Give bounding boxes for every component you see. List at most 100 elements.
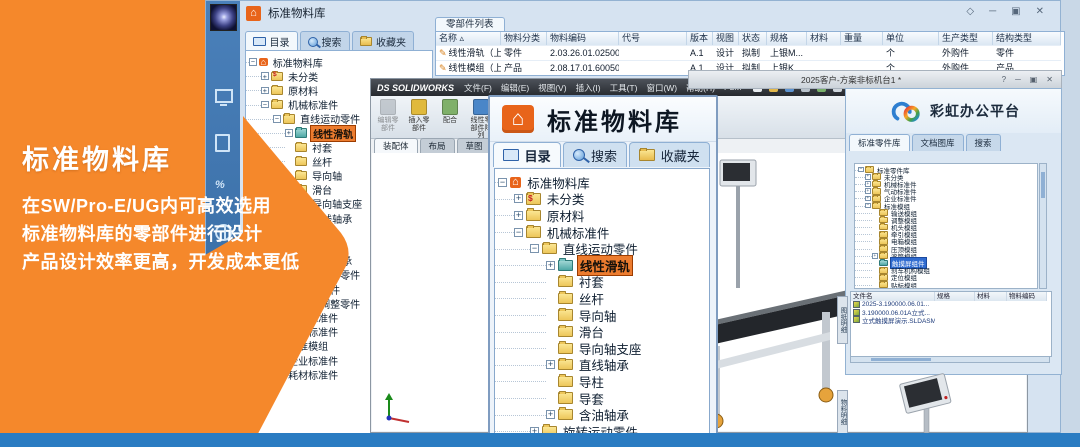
side-tab-material-detail[interactable]: 物料明细 — [837, 390, 848, 434]
library-tab[interactable]: 收藏夹 — [629, 142, 710, 167]
help-button[interactable]: ? — [1002, 74, 1006, 86]
tree-item[interactable]: 导向轴 — [495, 307, 709, 324]
tree-item[interactable]: 衬套 — [495, 274, 709, 291]
collapse-icon[interactable]: − — [865, 203, 871, 209]
tree-item[interactable]: 导套 — [495, 390, 709, 407]
horizontal-scrollbar[interactable] — [850, 356, 1050, 363]
column-header[interactable]: 生产类型 — [939, 32, 993, 45]
library-tab[interactable]: 搜索 — [300, 31, 350, 51]
toolbar-button[interactable]: 编辑零部件 — [375, 99, 401, 132]
tree-item[interactable]: 滑台 — [495, 323, 709, 340]
table-row[interactable]: 2025-3.190000.06.01... — [851, 301, 1051, 309]
minimize-button[interactable]: ─ — [1015, 74, 1021, 86]
tree-item[interactable]: 触摸屏组件 — [855, 259, 1037, 266]
library-tab[interactable]: 目录 — [493, 142, 561, 167]
collapse-icon[interactable]: − — [858, 167, 864, 173]
menu-item[interactable]: 插入(I) — [576, 82, 601, 94]
vertical-scrollbar[interactable] — [1039, 163, 1047, 289]
platform-tab[interactable]: 文档图库 — [912, 134, 964, 151]
tree-item[interactable]: 丝杆 — [495, 290, 709, 307]
tree-item[interactable]: 机头模组 — [855, 224, 1037, 231]
tree-item[interactable]: −机械标准件 — [495, 224, 709, 241]
expand-icon[interactable]: + — [865, 196, 871, 202]
tree-item[interactable]: −⌂标准物料库 — [246, 55, 432, 69]
expand-icon[interactable]: + — [865, 174, 871, 180]
expand-icon[interactable]: + — [273, 285, 281, 293]
expand-icon[interactable]: + — [546, 261, 555, 270]
column-header[interactable]: 规格 — [935, 292, 975, 301]
tree-item[interactable]: 分拣模组 — [855, 288, 1037, 289]
table-row[interactable]: 3.190000.06.01A立式... — [851, 309, 1051, 317]
column-header[interactable]: 重量 — [841, 32, 883, 45]
close-button[interactable]: ✕ — [1046, 74, 1053, 86]
column-header[interactable]: 单位 — [883, 32, 939, 45]
collapse-icon[interactable]: − — [498, 178, 507, 187]
pin-button[interactable]: ◇ — [966, 6, 974, 18]
table-row[interactable]: 立式触摸屏演示.SLDASM — [851, 316, 1051, 324]
menu-item[interactable]: 文件(F) — [464, 82, 492, 94]
expand-icon[interactable]: + — [285, 129, 293, 137]
restore-button[interactable]: ▣ — [1011, 6, 1020, 18]
monitor-icon[interactable] — [215, 89, 233, 103]
tree-item[interactable]: 导柱 — [495, 373, 709, 390]
expand-icon[interactable]: + — [546, 410, 555, 419]
column-header[interactable]: 版本 — [687, 32, 713, 45]
expand-icon[interactable]: + — [261, 87, 269, 95]
platform-tab[interactable]: 搜索 — [966, 134, 1001, 151]
column-header[interactable]: 状态 — [739, 32, 767, 45]
library-tab[interactable]: 收藏夹 — [352, 31, 415, 51]
column-header[interactable]: 视图 — [713, 32, 739, 45]
restore-button[interactable]: ▣ — [1030, 74, 1038, 86]
collapse-icon[interactable]: − — [261, 101, 269, 109]
side-tab-drawing-detail[interactable]: 图纸明细 — [837, 296, 848, 344]
column-header[interactable]: 材料 — [975, 292, 1007, 301]
column-header[interactable]: 文件名 — [851, 292, 935, 301]
tree-item[interactable]: 定位模组 — [855, 274, 1037, 281]
minimize-button[interactable]: ─ — [989, 6, 996, 18]
parts-list-tab[interactable]: 零部件列表 — [435, 17, 505, 32]
expand-icon[interactable]: + — [261, 328, 269, 336]
column-header[interactable]: 物料编码 — [1007, 292, 1047, 301]
tree-item[interactable]: −⌂标准物料库 — [495, 174, 709, 191]
command-tab[interactable]: 布局 — [420, 138, 455, 153]
expand-icon[interactable]: + — [261, 314, 269, 322]
toolbar-button[interactable]: 配合 — [437, 99, 463, 125]
expand-icon[interactable]: + — [872, 253, 878, 259]
tree-item[interactable]: 导向轴支座 — [495, 340, 709, 357]
tree-item[interactable]: 刹车机构模组 — [855, 267, 1037, 274]
menu-item[interactable]: 编辑(E) — [501, 82, 529, 94]
column-header[interactable]: 规格 — [767, 32, 807, 45]
tree-item[interactable]: +原材料 — [495, 207, 709, 224]
command-tab[interactable]: 装配体 — [374, 138, 418, 153]
menu-item[interactable]: 窗口(W) — [646, 82, 677, 94]
expand-icon[interactable]: + — [546, 360, 555, 369]
tree-item[interactable]: +含油轴承 — [495, 406, 709, 423]
expand-icon[interactable]: + — [261, 72, 269, 80]
collapse-icon[interactable]: − — [530, 244, 539, 253]
menu-item[interactable]: 工具(T) — [610, 82, 638, 94]
expand-icon[interactable]: + — [273, 299, 281, 307]
tree-item[interactable]: 牵引模组 — [855, 231, 1037, 238]
tree-item[interactable]: +线性滑轨 — [495, 257, 709, 274]
column-header[interactable]: 结构类型 — [993, 32, 1061, 45]
library-tab[interactable]: 搜索 — [563, 142, 627, 167]
column-header[interactable]: 物料编码 — [547, 32, 619, 45]
platform-tab[interactable]: 标准零件库 — [849, 134, 910, 151]
expand-icon[interactable]: + — [865, 188, 871, 194]
expand-icon[interactable]: + — [514, 211, 523, 220]
menu-item[interactable]: 视图(V) — [538, 82, 566, 94]
expand-icon[interactable]: + — [865, 181, 871, 187]
table-row[interactable]: ✎线性滑轨（上...零件2.03.26.01.025000A.1设计拟制上银M.… — [436, 45, 1064, 60]
collapse-icon[interactable]: − — [249, 58, 257, 66]
expand-icon[interactable]: + — [261, 342, 269, 350]
tree-item[interactable]: +直线轴承 — [495, 357, 709, 374]
tree-item[interactable]: 电箱模组 — [855, 238, 1037, 245]
command-tab[interactable]: 草图 — [457, 138, 492, 153]
toolbar-button[interactable]: 插入零部件 — [406, 99, 432, 132]
expand-icon[interactable]: + — [514, 194, 523, 203]
close-button[interactable]: ✕ — [1036, 6, 1044, 18]
expand-icon[interactable]: + — [261, 370, 269, 378]
tree-item[interactable]: +未分类 — [495, 191, 709, 208]
column-header[interactable]: 材料 — [807, 32, 841, 45]
collapse-icon[interactable]: − — [273, 115, 281, 123]
